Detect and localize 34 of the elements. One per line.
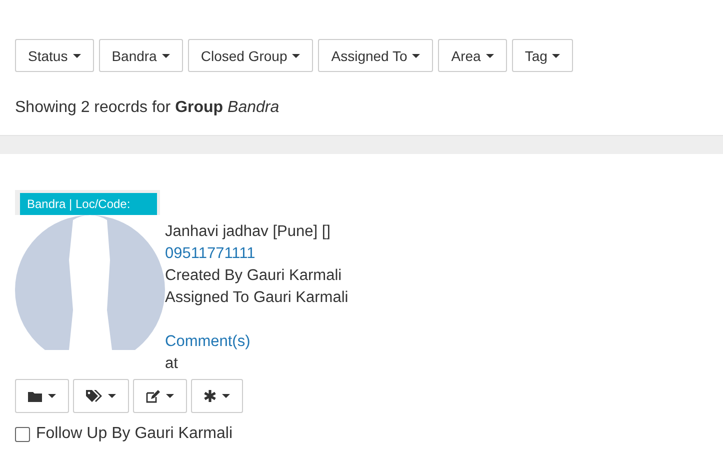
action-dropdown[interactable]: [73, 379, 129, 413]
asterisk-icon: [204, 390, 216, 402]
contact-name: Janhavi jadhav [Pune] []: [165, 222, 332, 242]
at-text: at: [165, 354, 179, 374]
assigned-to-text: Assigned To Gauri Karmali: [165, 288, 348, 308]
action-dropdown[interactable]: [191, 379, 243, 413]
filter-dropdown[interactable]: Area: [438, 39, 507, 72]
caret-icon: [412, 54, 420, 58]
caret-icon: [108, 394, 116, 398]
location-badge: Bandra | Loc/Code:: [20, 193, 157, 215]
follow-up-label: Follow Up By Gauri Karmali: [36, 425, 232, 443]
edit-icon: [146, 390, 160, 402]
created-by-text: Created By Gauri Karmali: [165, 266, 343, 286]
folder-icon: [28, 390, 42, 402]
caret-icon: [222, 394, 230, 398]
action-dropdown[interactable]: [133, 379, 187, 413]
results-summary: Showing 2 reocrds for Group Bandra: [15, 99, 280, 117]
filter-dropdown[interactable]: Closed Group: [188, 39, 314, 72]
action-dropdown[interactable]: [15, 379, 69, 413]
caret-icon: [72, 54, 81, 58]
caret-icon: [486, 54, 494, 58]
tags-icon: [86, 390, 102, 402]
filter-dropdown[interactable]: Bandra: [98, 39, 183, 72]
filter-dropdown[interactable]: Assigned To: [318, 39, 434, 72]
caret-icon: [48, 394, 56, 398]
caret-icon: [292, 54, 300, 58]
filter-dropdown[interactable]: Status: [15, 39, 94, 72]
follow-up-checkbox[interactable]: [15, 426, 30, 442]
comments-link[interactable]: Comment(s): [165, 331, 348, 353]
filter-dropdown[interactable]: Tag: [512, 39, 574, 72]
caret-icon: [166, 394, 174, 398]
caret-icon: [162, 54, 170, 58]
caret-icon: [552, 54, 560, 58]
phone-link[interactable]: 09511771111: [165, 243, 348, 265]
